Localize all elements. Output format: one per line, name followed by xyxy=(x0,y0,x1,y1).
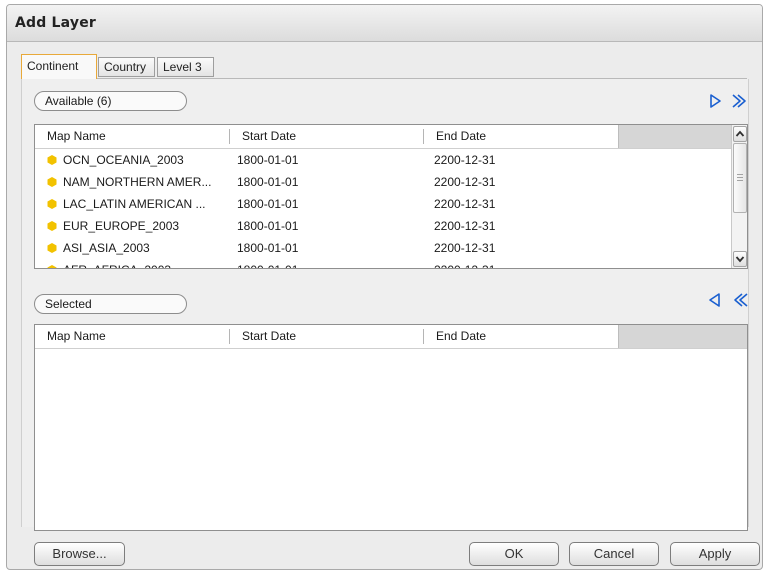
row-map-name: AFR_AFRICA_2003 xyxy=(63,259,227,268)
header-filler xyxy=(618,125,734,148)
row-start-date: 1800-01-01 xyxy=(237,259,417,268)
selected-table-header: Map Name Start Date End Date xyxy=(35,325,747,349)
add-arrow-icon[interactable] xyxy=(706,92,724,110)
column-header-map-name[interactable]: Map Name xyxy=(35,325,229,348)
selected-table: Map Name Start Date End Date xyxy=(34,324,748,531)
row-end-date: 2200-12-31 xyxy=(434,175,496,189)
tab-country[interactable]: Country xyxy=(98,57,155,77)
grip-line xyxy=(737,177,743,178)
column-header-start-date[interactable]: Start Date xyxy=(230,125,423,148)
header-filler xyxy=(618,325,747,348)
layer-icon xyxy=(47,199,57,209)
chevron-up-icon xyxy=(735,130,745,137)
row-end-date: 2200-12-31 xyxy=(434,219,496,233)
scroll-up-button[interactable] xyxy=(733,126,747,142)
remove-all-arrow-icon[interactable] xyxy=(730,291,748,309)
row-map-name: LAC_LATIN AMERICAN ... xyxy=(63,197,206,211)
chevron-down-icon xyxy=(735,256,745,263)
available-scrollbar[interactable] xyxy=(731,125,747,268)
ok-button[interactable]: OK xyxy=(469,542,559,566)
row-map-name: OCN_OCEANIA_2003 xyxy=(63,153,184,167)
available-table-header: Map Name Start Date End Date xyxy=(35,125,747,149)
apply-button[interactable]: Apply xyxy=(670,542,760,566)
layer-icon xyxy=(47,265,57,268)
table-row[interactable]: NAM_NORTHERN AMER... 1800-01-01 2200-12-… xyxy=(35,171,747,193)
cancel-button[interactable]: Cancel xyxy=(569,542,659,566)
add-layer-dialog: Add Layer Continent Country Level 3 Avai… xyxy=(6,4,763,570)
table-row[interactable]: LAC_LATIN AMERICAN ... 1800-01-01 2200-1… xyxy=(35,193,747,215)
table-row[interactable]: ASI_ASIA_2003 1800-01-01 2200-12-31 xyxy=(35,237,747,259)
row-end-date: 2200-12-31 xyxy=(434,241,496,255)
layer-icon xyxy=(47,243,57,253)
scroll-thumb[interactable] xyxy=(733,143,747,213)
column-header-end-date[interactable]: End Date xyxy=(424,125,618,148)
row-map-name: ASI_ASIA_2003 xyxy=(63,241,150,255)
row-start-date: 1800-01-01 xyxy=(237,153,299,167)
row-map-name: EUR_EUROPE_2003 xyxy=(63,219,180,233)
row-start-date: 1800-01-01 xyxy=(237,241,299,255)
table-row[interactable]: AFR_AFRICA_2003 1800-01-01 2200-12-31 xyxy=(35,259,747,268)
table-row[interactable]: OCN_OCEANIA_2003 1800-01-01 2200-12-31 xyxy=(35,149,747,171)
tab-level-3[interactable]: Level 3 xyxy=(157,57,214,77)
browse-button[interactable]: Browse... xyxy=(34,542,125,566)
available-table: Map Name Start Date End Date OCN_OCEANIA… xyxy=(34,124,748,269)
row-start-date: 1800-01-01 xyxy=(237,197,299,211)
tab-continent[interactable]: Continent xyxy=(21,54,97,79)
grip-line xyxy=(737,174,743,175)
row-map-name: NAM_NORTHERN AMER... xyxy=(63,175,212,189)
available-label: Available (6) xyxy=(34,91,187,111)
row-end-date: 2200-12-31 xyxy=(434,197,496,211)
tab-panel-continent: Available (6) Map Name Start Date End Da… xyxy=(21,79,749,531)
column-header-start-date[interactable]: Start Date xyxy=(230,325,423,348)
layer-icon xyxy=(47,177,57,187)
add-all-arrow-icon[interactable] xyxy=(730,92,748,110)
layer-icon xyxy=(47,155,57,165)
selected-label: Selected xyxy=(34,294,187,314)
column-header-map-name[interactable]: Map Name xyxy=(35,125,229,148)
dialog-title: Add Layer xyxy=(15,15,97,31)
grip-line xyxy=(737,180,743,181)
column-header-end-date[interactable]: End Date xyxy=(424,325,618,348)
remove-arrow-icon[interactable] xyxy=(706,291,724,309)
row-end-date: 2200-12-31 xyxy=(434,153,496,167)
table-row[interactable]: EUR_EUROPE_2003 1800-01-01 2200-12-31 xyxy=(35,215,747,237)
row-start-date: 1800-01-01 xyxy=(237,219,299,233)
scroll-down-button[interactable] xyxy=(733,251,747,267)
row-start-date: 1800-01-01 xyxy=(237,175,299,189)
title-bar[interactable]: Add Layer xyxy=(7,5,762,42)
row-end-date: 2200-12-31 xyxy=(434,259,614,268)
layer-icon xyxy=(47,221,57,231)
